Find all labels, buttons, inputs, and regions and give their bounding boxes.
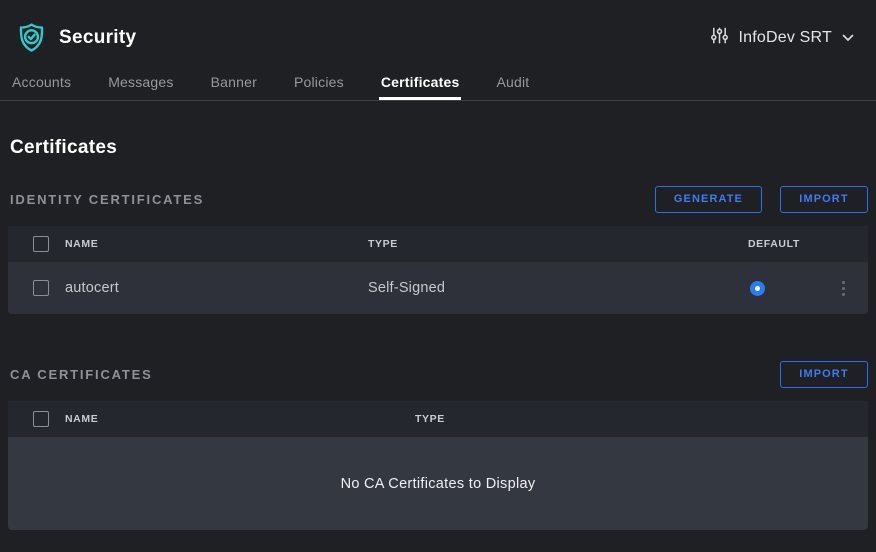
account-menu[interactable]: InfoDev SRT <box>710 26 855 50</box>
shield-check-icon <box>16 21 47 55</box>
cert-name-cell: autocert <box>65 280 368 296</box>
identity-certificates-section-header: IDENTITY CERTIFICATES GENERATE IMPORT <box>8 185 868 213</box>
generate-button[interactable]: GENERATE <box>655 186 762 213</box>
select-all-ca-checkbox[interactable] <box>33 411 49 427</box>
tab-messages[interactable]: Messages <box>106 74 175 100</box>
identity-table-header: NAME TYPE DEFAULT <box>8 226 868 262</box>
ca-actions: IMPORT <box>780 361 868 388</box>
kebab-menu-icon[interactable] <box>836 277 851 300</box>
column-header-name: NAME <box>65 238 368 250</box>
column-header-type: TYPE <box>368 238 748 250</box>
ca-empty-message: No CA Certificates to Display <box>341 476 536 492</box>
ca-empty-state: No CA Certificates to Display <box>8 437 868 530</box>
identity-actions: GENERATE IMPORT <box>655 186 868 213</box>
cert-type-cell: Self-Signed <box>368 280 748 296</box>
chevron-down-icon <box>842 29 854 47</box>
default-radio-selected[interactable] <box>750 281 765 296</box>
app-header: Security InfoDev SRT <box>0 0 876 58</box>
import-identity-button[interactable]: IMPORT <box>780 186 868 213</box>
ca-column-header-name: NAME <box>65 413 415 425</box>
page-title: Certificates <box>10 137 868 159</box>
tab-certificates[interactable]: Certificates <box>379 74 462 100</box>
sliders-icon <box>710 26 729 50</box>
certificates-page: Certificates IDENTITY CERTIFICATES GENER… <box>0 137 876 530</box>
tab-banner[interactable]: Banner <box>209 74 259 100</box>
account-name: InfoDev SRT <box>739 29 833 47</box>
identity-certificates-title: IDENTITY CERTIFICATES <box>10 192 204 207</box>
select-all-identity-checkbox[interactable] <box>33 236 49 252</box>
identity-certificates-table: NAME TYPE DEFAULT autocert Self-Signed <box>8 226 868 314</box>
tab-bar: Accounts Messages Banner Policies Certif… <box>0 74 876 101</box>
app-title: Security <box>59 27 136 49</box>
security-app: Security InfoDev SRT Accounts <box>0 0 876 552</box>
import-ca-button[interactable]: IMPORT <box>780 361 868 388</box>
ca-certificates-section-header: CA CERTIFICATES IMPORT <box>8 360 868 388</box>
row-checkbox[interactable] <box>33 280 49 296</box>
ca-column-header-type: TYPE <box>415 413 868 425</box>
tab-accounts[interactable]: Accounts <box>10 74 73 100</box>
ca-certificates-table: NAME TYPE No CA Certificates to Display <box>8 401 868 530</box>
tab-audit[interactable]: Audit <box>494 74 531 100</box>
ca-certificates-title: CA CERTIFICATES <box>10 367 153 382</box>
column-header-default: DEFAULT <box>748 238 818 250</box>
ca-table-header: NAME TYPE <box>8 401 868 437</box>
table-row-autocert: autocert Self-Signed <box>8 262 868 314</box>
tab-policies[interactable]: Policies <box>292 74 346 100</box>
